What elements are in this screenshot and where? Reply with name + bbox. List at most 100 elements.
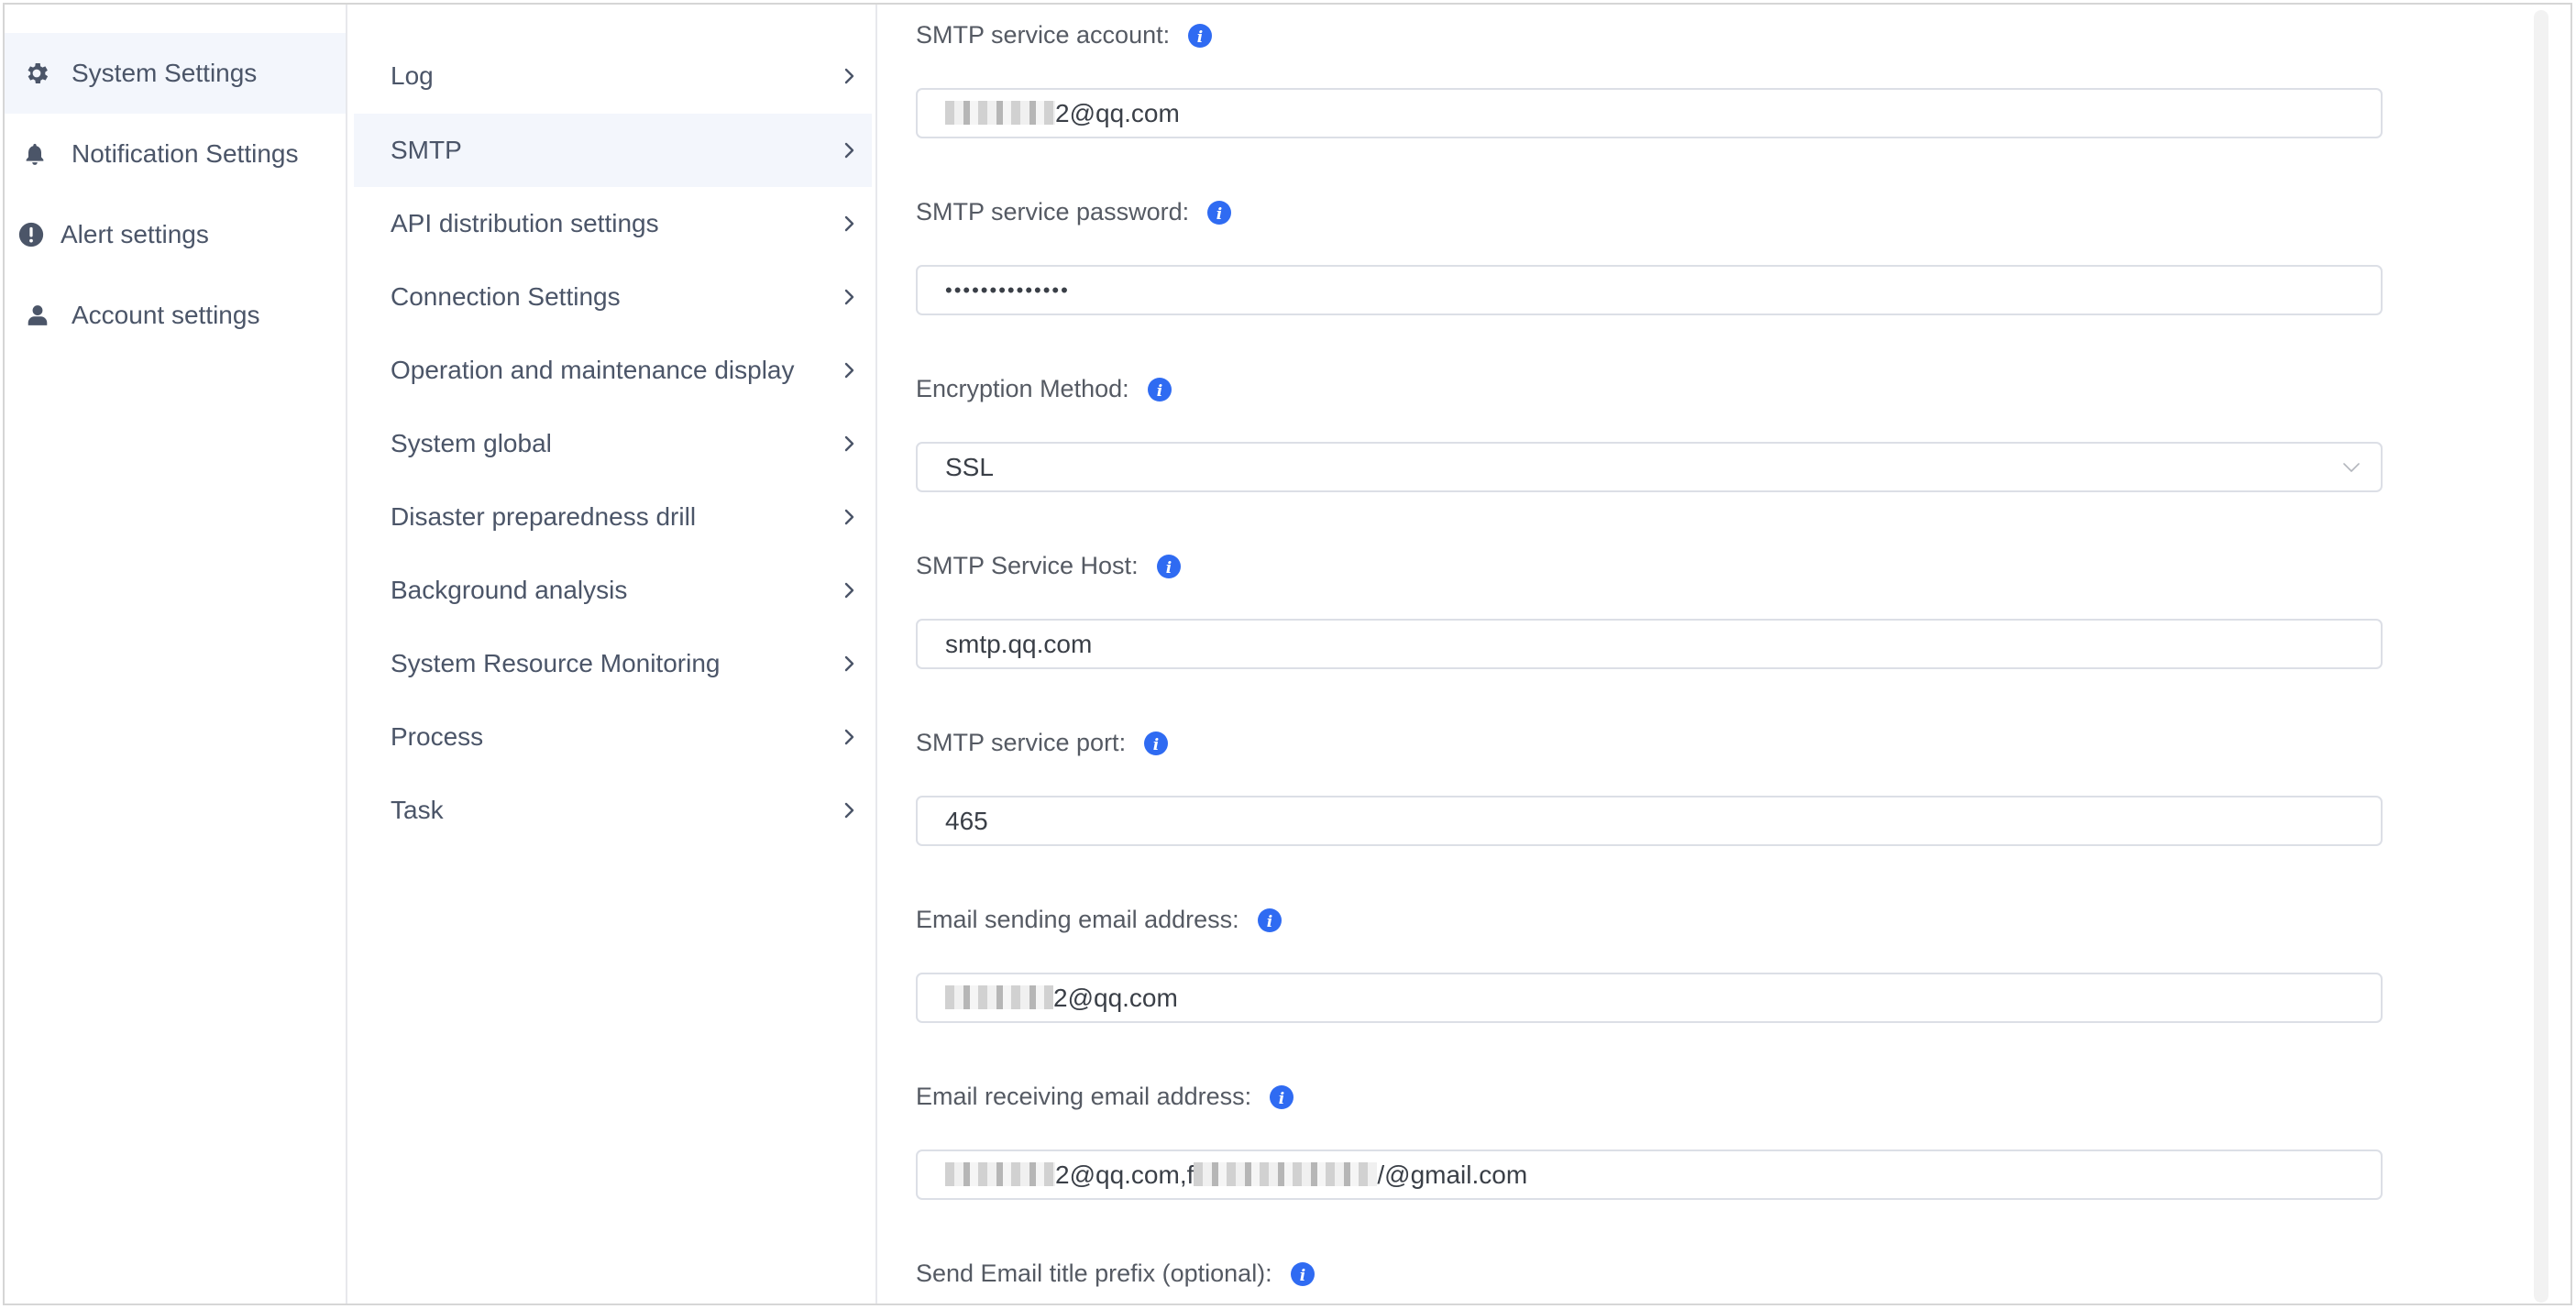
- sidebar-item-alert-settings[interactable]: Alert settings: [5, 194, 346, 275]
- input-value: 2@qq.com,f/@gmail.com: [945, 1151, 1527, 1198]
- menu-item-label: Disaster preparedness drill: [391, 502, 697, 531]
- chevron-right-icon: [844, 215, 854, 232]
- chevron-right-icon: [844, 362, 854, 379]
- svg-text:i: i: [1299, 1267, 1305, 1285]
- menu-item-label: SMTP: [391, 136, 462, 164]
- menu-item-label: Log: [391, 61, 434, 90]
- field-label-text: Send Email title prefix (optional):: [916, 1260, 1272, 1287]
- menu-item-label: System Resource Monitoring: [391, 649, 721, 677]
- sidebar-item-label: System Settings: [72, 59, 258, 87]
- menu-item-log[interactable]: Log: [354, 39, 872, 113]
- chevron-down-icon: [2343, 463, 2360, 472]
- svg-text:i: i: [1279, 1090, 1284, 1108]
- smtp-password-label: SMTP service password: i: [916, 198, 1232, 226]
- sidebar-item-label: Notification Settings: [72, 139, 299, 168]
- chevron-right-icon: [844, 435, 854, 452]
- sidebar-item-label: Alert settings: [61, 220, 209, 248]
- info-icon[interactable]: i: [1188, 23, 1213, 48]
- redacted-text: [945, 985, 1053, 1009]
- receiving-address-label: Email receiving email address: i: [916, 1083, 1294, 1111]
- chevron-right-icon: [844, 582, 854, 599]
- svg-text:i: i: [1197, 28, 1203, 47]
- bell-icon: [21, 140, 49, 168]
- field-label-text: Encryption Method:: [916, 375, 1129, 402]
- menu-item-task[interactable]: Task: [354, 774, 872, 847]
- sidebar-item-account-settings[interactable]: Account settings: [5, 275, 346, 356]
- smtp-host-input[interactable]: smtp.qq.com: [916, 619, 2383, 669]
- primary-sidebar: System Settings Notification Settings Al…: [5, 5, 347, 1304]
- chevron-right-icon: [844, 802, 854, 819]
- input-value: 465: [945, 807, 988, 835]
- smtp-account-label: SMTP service account: i: [916, 21, 1213, 50]
- field-label-text: SMTP service password:: [916, 198, 1190, 226]
- field-label-text: Email receiving email address:: [916, 1083, 1252, 1110]
- svg-text:i: i: [1156, 382, 1161, 401]
- select-value: SSL: [945, 453, 994, 481]
- encryption-method-label: Encryption Method: i: [916, 375, 1172, 403]
- smtp-account-input[interactable]: 2@qq.com: [916, 88, 2383, 138]
- menu-item-api-distribution-settings[interactable]: API distribution settings: [354, 187, 872, 260]
- menu-item-label: Operation and maintenance display: [391, 356, 795, 384]
- sending-address-input[interactable]: 2@qq.com: [916, 973, 2383, 1023]
- encryption-method-select[interactable]: SSL: [916, 442, 2383, 492]
- menu-item-system-global[interactable]: System global: [354, 407, 872, 480]
- info-icon[interactable]: i: [1144, 731, 1169, 755]
- field-label-text: SMTP service account:: [916, 21, 1171, 49]
- chevron-right-icon: [844, 289, 854, 305]
- input-value: smtp.qq.com: [945, 630, 1093, 658]
- user-icon: [24, 302, 51, 329]
- info-icon[interactable]: i: [1270, 1084, 1294, 1109]
- menu-item-label: System global: [391, 429, 552, 457]
- menu-item-label: Task: [391, 796, 444, 824]
- vertical-scrollbar[interactable]: [2534, 10, 2548, 1303]
- menu-item-label: API distribution settings: [391, 209, 659, 237]
- chevron-right-icon: [844, 509, 854, 525]
- receiving-address-input[interactable]: 2@qq.com,f/@gmail.com: [916, 1150, 2383, 1200]
- info-icon[interactable]: i: [1147, 377, 1172, 402]
- svg-text:i: i: [1216, 205, 1222, 224]
- redacted-text: [945, 1162, 1055, 1186]
- field-label-text: Email sending email address:: [916, 906, 1239, 933]
- chevron-right-icon: [844, 142, 854, 159]
- menu-item-smtp[interactable]: SMTP: [354, 114, 872, 187]
- input-value: ••••••••••••••: [945, 279, 1070, 302]
- svg-text:i: i: [1266, 913, 1271, 931]
- info-icon[interactable]: i: [1207, 200, 1232, 225]
- settings-window: System Settings Notification Settings Al…: [3, 3, 2572, 1305]
- menu-item-label: Background analysis: [391, 576, 628, 604]
- info-icon[interactable]: i: [1156, 554, 1181, 578]
- smtp-port-label: SMTP service port: i: [916, 729, 1169, 757]
- field-label-text: SMTP Service Host:: [916, 552, 1139, 579]
- menu-item-system-resource-monitoring[interactable]: System Resource Monitoring: [354, 627, 872, 700]
- info-icon[interactable]: i: [1257, 908, 1282, 932]
- redacted-text: [1194, 1162, 1378, 1186]
- chevron-right-icon: [844, 655, 854, 672]
- info-icon[interactable]: i: [1290, 1261, 1315, 1286]
- svg-text:i: i: [1153, 736, 1159, 754]
- smtp-host-label: SMTP Service Host: i: [916, 552, 1181, 580]
- sidebar-item-label: Account settings: [72, 301, 260, 329]
- menu-item-disaster-preparedness-drill[interactable]: Disaster preparedness drill: [354, 480, 872, 554]
- menu-item-background-analysis[interactable]: Background analysis: [354, 554, 872, 627]
- input-value: 2@qq.com: [945, 974, 1178, 1021]
- sidebar-item-system-settings[interactable]: System Settings: [5, 33, 346, 114]
- menu-item-label: Process: [391, 722, 484, 751]
- menu-item-process[interactable]: Process: [354, 700, 872, 774]
- input-value: 2@qq.com: [945, 90, 1180, 137]
- field-label-text: SMTP service port:: [916, 729, 1127, 756]
- chevron-right-icon: [844, 729, 854, 745]
- redacted-text: [945, 101, 1055, 125]
- title-prefix-label: Send Email title prefix (optional): i: [916, 1260, 1315, 1288]
- smtp-port-input[interactable]: 465: [916, 796, 2383, 846]
- menu-item-connection-settings[interactable]: Connection Settings: [354, 260, 872, 334]
- svg-text:i: i: [1165, 559, 1171, 578]
- smtp-settings-form: SMTP service account: i 2@qq.com SMTP se…: [877, 5, 2570, 1304]
- menu-item-label: Connection Settings: [391, 282, 621, 311]
- secondary-sidebar: Log SMTP API distribution settings Conne…: [348, 5, 877, 1304]
- sidebar-item-notification-settings[interactable]: Notification Settings: [5, 114, 346, 194]
- smtp-password-input[interactable]: ••••••••••••••: [916, 265, 2383, 315]
- gear-icon: [23, 60, 50, 87]
- sending-address-label: Email sending email address: i: [916, 906, 1282, 934]
- chevron-right-icon: [844, 68, 854, 84]
- menu-item-operation-maintenance-display[interactable]: Operation and maintenance display: [354, 334, 872, 407]
